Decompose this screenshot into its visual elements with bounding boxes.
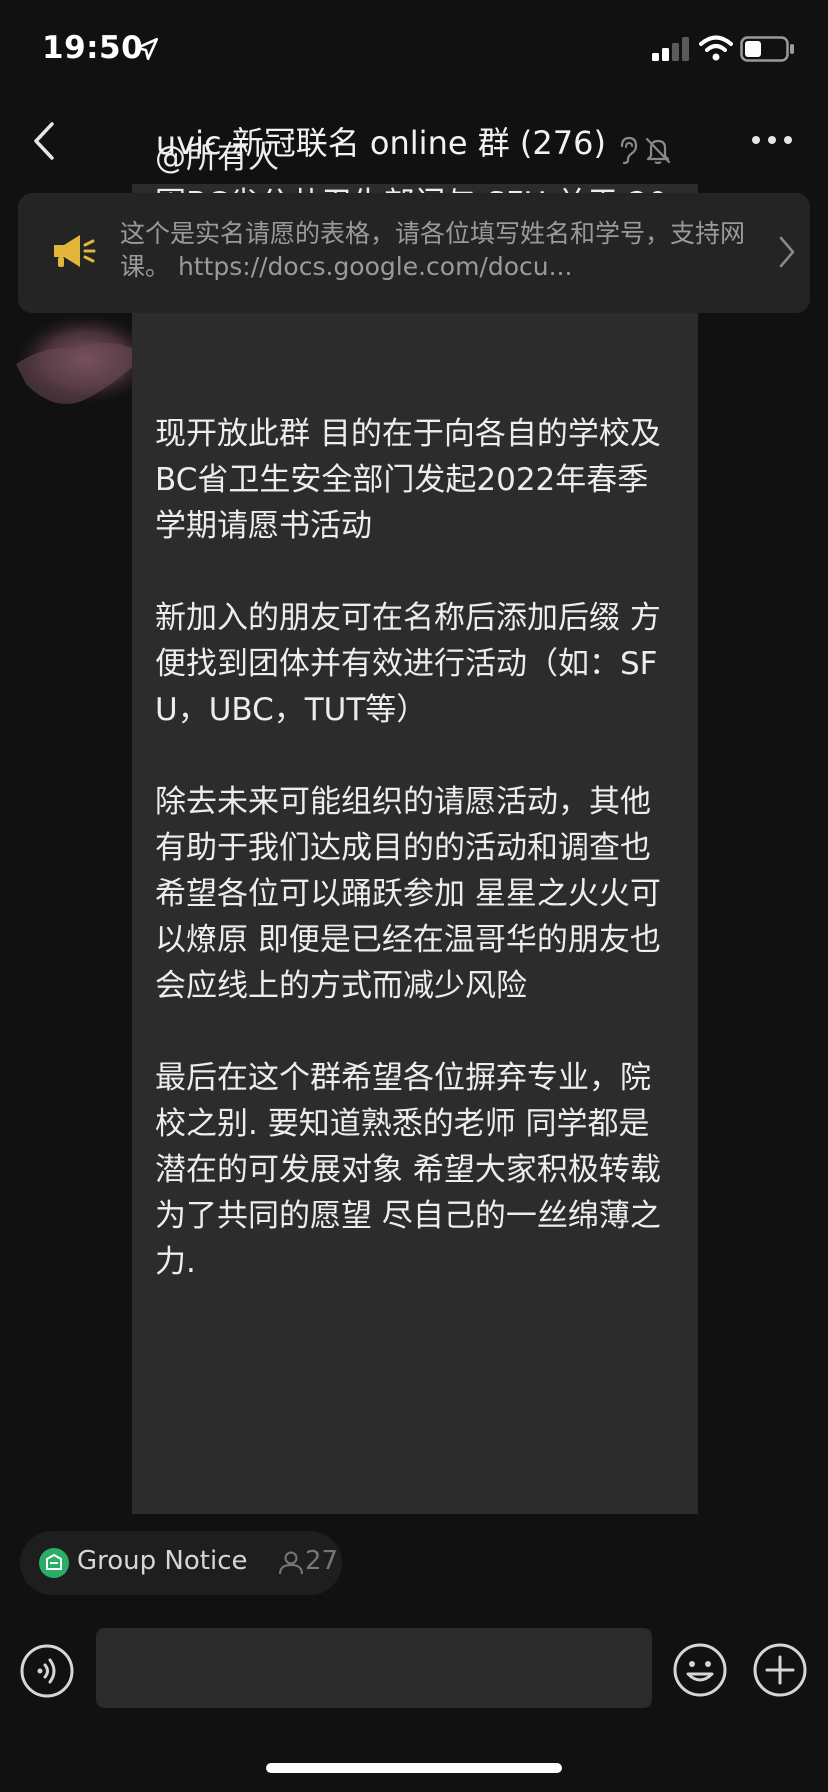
status-time: 19:50: [42, 30, 144, 66]
group-notice-icon: [39, 1548, 69, 1578]
location-arrow-icon: [135, 37, 159, 61]
more-icon[interactable]: [748, 128, 796, 152]
plus-button[interactable]: [752, 1642, 808, 1698]
status-bar: 19:50: [0, 0, 828, 100]
home-indicator: [266, 1763, 562, 1773]
pinned-notice-banner[interactable]: 这个是实名请愿的表格，请各位填写姓名和学号，支持网课。 https://docs…: [18, 193, 810, 313]
group-notice-label: Group Notice: [77, 1546, 248, 1576]
voice-input-button[interactable]: [20, 1644, 74, 1698]
notice-read-count: 27: [305, 1546, 339, 1576]
chevron-right-icon[interactable]: [778, 235, 796, 269]
back-chevron-icon[interactable]: [28, 118, 60, 164]
cellular-signal-icon: [652, 37, 689, 61]
wifi-icon: [699, 35, 733, 61]
megaphone-icon: [54, 235, 96, 267]
message-input[interactable]: [96, 1628, 652, 1708]
battery-icon: [740, 36, 794, 62]
emoji-button[interactable]: [672, 1642, 728, 1698]
group-notice-chip[interactable]: Group Notice 27: [20, 1531, 342, 1595]
pinned-notice-text: 这个是实名请愿的表格，请各位填写姓名和学号，支持网课。 https://docs…: [120, 219, 746, 281]
person-icon: [279, 1551, 303, 1575]
